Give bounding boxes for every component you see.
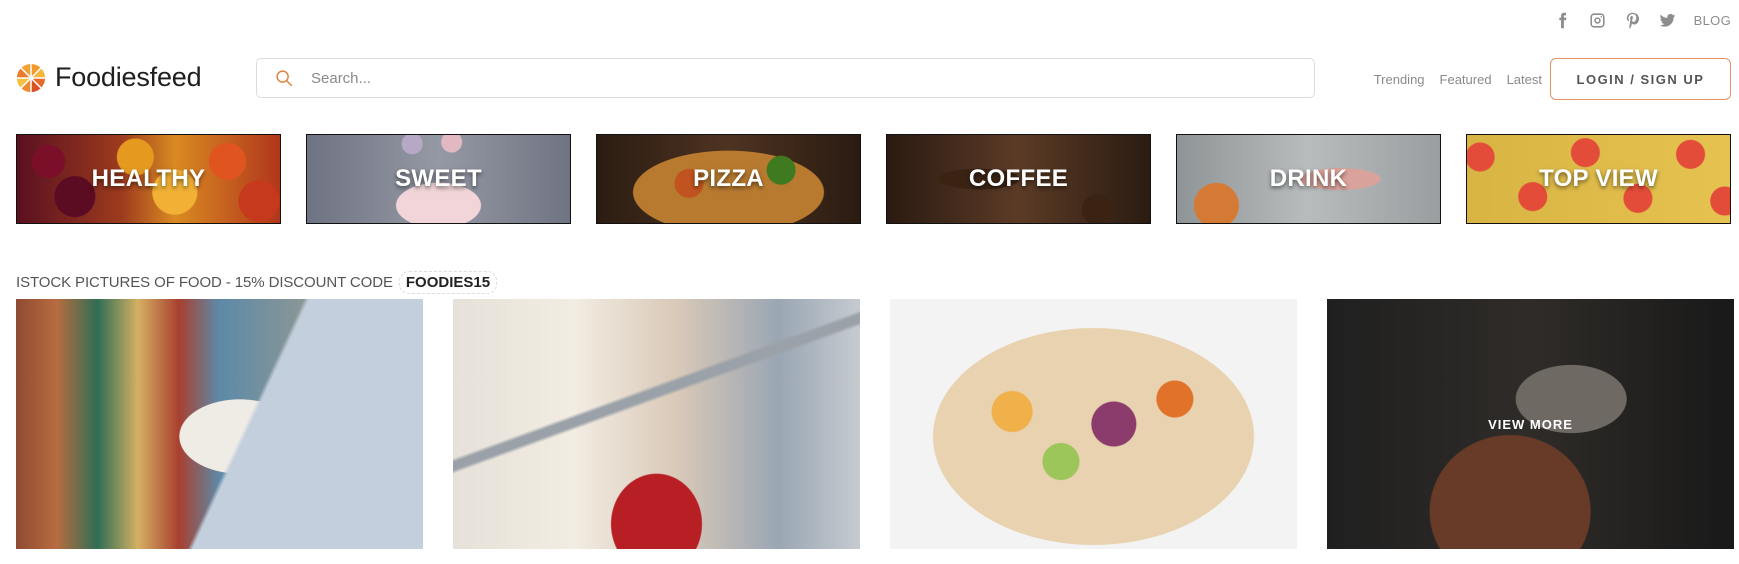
search-icon (276, 70, 293, 87)
search-bar[interactable] (256, 58, 1315, 98)
category-label: PIZZA (693, 165, 764, 192)
promo-banner: ISTOCK PICTURES OF FOOD - 15% DISCOUNT C… (16, 271, 498, 294)
main-nav: Trending Featured Latest LOGIN / SIGN UP (1359, 58, 1731, 100)
nav-trending[interactable]: Trending (1374, 72, 1425, 87)
photo-image (890, 299, 1297, 549)
social-links: BLOG (1554, 12, 1731, 29)
promo-code[interactable]: FOODIES15 (398, 271, 498, 294)
facebook-icon[interactable] (1554, 12, 1571, 29)
promo-text[interactable]: ISTOCK PICTURES OF FOOD - 15% DISCOUNT C… (16, 274, 393, 291)
view-more-card[interactable]: VIEW MORE (1327, 299, 1734, 549)
header: Foodiesfeed Trending Featured Latest LOG… (16, 58, 1731, 100)
blog-link[interactable]: BLOG (1694, 13, 1731, 28)
category-label: HEALTHY (91, 165, 206, 192)
nav-latest[interactable]: Latest (1507, 72, 1542, 87)
logo-icon (16, 63, 46, 92)
category-label: DRINK (1269, 165, 1348, 192)
category-sweet[interactable]: SWEET (306, 134, 571, 224)
category-pizza[interactable]: PIZZA (596, 134, 861, 224)
view-more-label: VIEW MORE (1488, 416, 1573, 432)
pinterest-icon[interactable] (1624, 12, 1641, 29)
photo-card[interactable] (453, 299, 860, 549)
category-label: SWEET (395, 165, 482, 192)
category-label: TOP VIEW (1539, 165, 1658, 192)
category-list: HEALTHY SWEET PIZZA COFFEE DRINK TOP VIE… (16, 134, 1731, 224)
photo-grid: VIEW MORE (16, 299, 1734, 549)
logo[interactable]: Foodiesfeed (16, 62, 202, 93)
category-drink[interactable]: DRINK (1176, 134, 1441, 224)
photo-overlay: VIEW MORE (1327, 299, 1734, 549)
photo-image (453, 299, 860, 549)
photo-card[interactable] (890, 299, 1297, 549)
category-top-view[interactable]: TOP VIEW (1466, 134, 1731, 224)
instagram-icon[interactable] (1589, 12, 1606, 29)
nav-featured[interactable]: Featured (1440, 72, 1492, 87)
category-label: COFFEE (968, 165, 1069, 192)
photo-card[interactable] (16, 299, 423, 549)
category-coffee[interactable]: COFFEE (886, 134, 1151, 224)
logo-text: Foodiesfeed (55, 62, 202, 92)
photo-image (16, 299, 423, 549)
category-healthy[interactable]: HEALTHY (16, 134, 281, 224)
search-input[interactable] (309, 68, 1314, 88)
twitter-icon[interactable] (1659, 12, 1676, 29)
login-signup-button[interactable]: LOGIN / SIGN UP (1550, 58, 1731, 100)
